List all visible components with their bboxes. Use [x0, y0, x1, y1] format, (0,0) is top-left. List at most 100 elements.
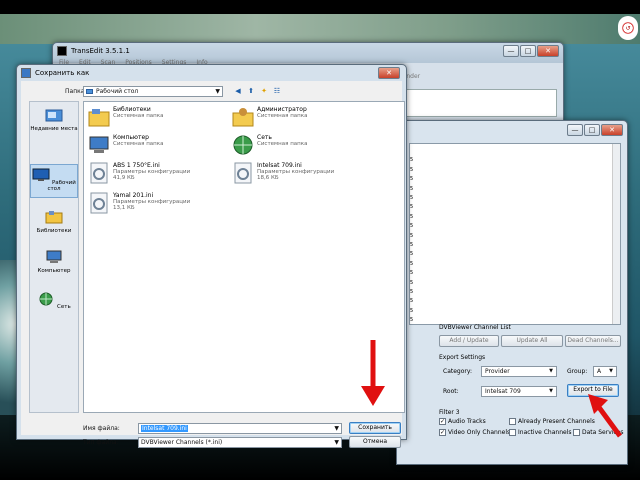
filter-video-only-label: Video Only Channels: [448, 429, 511, 436]
new-folder-icon[interactable]: ✦: [259, 86, 269, 96]
transedit-titlebar[interactable]: TransEdit 3.5.1.1: [53, 43, 563, 59]
save-button[interactable]: Сохранить: [349, 422, 401, 434]
filter-audio-tracks[interactable]: ✓ Audio Tracks: [439, 418, 486, 425]
filter-video-only[interactable]: ✓ Video Only Channels: [439, 429, 510, 436]
computer-folder-icon: [89, 136, 109, 153]
folder-select[interactable]: Рабочий стол ▼: [83, 86, 223, 97]
transedit-app-icon: [57, 46, 67, 56]
update-all-button[interactable]: Update All: [501, 335, 563, 347]
file-name: Intelsat 709.ini: [257, 162, 302, 169]
file-item[interactable]: Администратор Системная папка: [232, 106, 307, 128]
file-name: Компьютер: [113, 134, 149, 141]
row-number: 5: [410, 251, 414, 258]
channel-list-scrollbar[interactable]: [612, 144, 620, 324]
file-size: 41,9 КБ: [113, 175, 135, 181]
checkbox-icon: [509, 418, 516, 425]
checkbox-icon: [573, 429, 580, 436]
chevron-down-icon: ▼: [609, 368, 613, 374]
chevron-down-icon: ▼: [215, 88, 220, 95]
recent-places-icon: [45, 109, 63, 122]
network-icon: [39, 292, 53, 306]
file-size: 18,6 КБ: [257, 175, 279, 181]
computer-icon: [46, 250, 62, 263]
user-folder-icon: [232, 108, 254, 127]
filter-already-present-label: Already Present Channels: [518, 418, 595, 425]
chevron-down-icon: ▼: [549, 388, 553, 394]
clock-gadget-icon[interactable]: ↺: [618, 16, 638, 40]
libraries-folder-icon: [88, 109, 110, 127]
row-number: 5: [410, 317, 414, 324]
add-update-button[interactable]: Add / Update: [439, 335, 499, 347]
chan-maximize-button[interactable]: □: [584, 124, 600, 136]
close-button[interactable]: ✕: [537, 45, 559, 57]
export-settings-label: Export Settings: [439, 354, 486, 361]
minimize-button[interactable]: —: [503, 45, 519, 57]
filetype-select[interactable]: DVBViewer Channels (*.ini) ▼: [138, 437, 342, 448]
place-desktop[interactable]: Рабочий стол: [30, 164, 78, 198]
filter-inactive[interactable]: Inactive Channels: [509, 429, 571, 436]
file-item[interactable]: Intelsat 709.ini Параметры конфигурации 18…: [232, 162, 334, 184]
chan-close-button[interactable]: ✕: [601, 124, 623, 136]
file-type: Системная папка: [113, 113, 164, 119]
red-arrow-up-icon: [588, 394, 623, 438]
file-type: Системная папка: [257, 113, 308, 119]
channel-list[interactable]: 5 5 5 5 5 5 5 5 5 5 5 5 5 5 5 5 5 5: [409, 143, 621, 325]
place-recent[interactable]: Недавние места: [30, 108, 78, 132]
file-item[interactable]: Компьютер Системная папка: [88, 134, 163, 156]
group-select[interactable]: A ▼: [593, 366, 617, 377]
file-item[interactable]: Сеть Системная папка: [232, 134, 307, 156]
filter-inactive-label: Inactive Channels: [518, 429, 572, 436]
save-as-dialog: Сохранить как ✕ Папка: Рабочий стол ▼ ◀ …: [16, 64, 407, 448]
place-computer[interactable]: Компьютер: [30, 250, 78, 274]
folder-row: Папка: Рабочий стол ▼ ◀ ⬆ ✦ ☷: [21, 83, 404, 99]
chevron-down-icon: ▼: [334, 439, 339, 446]
ini-file-icon: [90, 162, 108, 184]
file-name: Библиотеки: [113, 106, 151, 113]
filename-input[interactable]: Intelsat 709.ini ▼: [138, 423, 342, 434]
file-list[interactable]: Библиотеки Системная папка Администратор С…: [83, 101, 405, 413]
file-type: Системная папка: [113, 141, 164, 147]
network-folder-icon: [233, 135, 253, 155]
filetype-label: Тип файла:: [83, 439, 119, 446]
back-icon[interactable]: ◀: [233, 86, 243, 96]
row-number: 5: [410, 289, 414, 295]
category-select[interactable]: Provider ▼: [481, 366, 557, 377]
maximize-button[interactable]: □: [520, 45, 536, 57]
filetype-value: DVBViewer Channels (*.ini): [141, 439, 223, 446]
dialog-close-button[interactable]: ✕: [378, 67, 400, 79]
row-number: 5: [410, 223, 414, 230]
filter-already-present[interactable]: Already Present Channels: [509, 418, 595, 425]
cancel-button[interactable]: Отмена: [349, 436, 401, 448]
place-network[interactable]: Сеть: [30, 292, 78, 310]
row-number: 5: [410, 307, 414, 314]
group-label: Group:: [567, 368, 588, 375]
dialog-app-icon: [21, 68, 31, 78]
root-select[interactable]: Intelsat 709 ▼: [481, 386, 557, 397]
place-recent-label: Недавние места: [30, 126, 78, 132]
file-name: Администратор: [257, 106, 307, 113]
root-label: Root:: [443, 388, 459, 395]
file-name: Yamal 201.ini: [113, 192, 154, 199]
category-label: Category:: [443, 368, 472, 375]
category-value: Provider: [485, 368, 510, 375]
folder-value: Рабочий стол: [96, 88, 139, 95]
place-desktop-label: Рабочий стол: [47, 180, 76, 192]
file-item[interactable]: Библиотеки Системная папка: [88, 106, 163, 128]
checkbox-checked-icon: ✓: [439, 429, 446, 436]
save-dialog-body: Папка: Рабочий стол ▼ ◀ ⬆ ✦ ☷ Недавние м…: [21, 81, 405, 448]
ini-file-icon: [90, 192, 108, 214]
ini-file-icon: [234, 162, 252, 184]
row-number: 5: [410, 270, 414, 277]
chan-minimize-button[interactable]: —: [567, 124, 583, 136]
place-libraries[interactable]: Библиотеки: [30, 210, 78, 234]
file-item[interactable]: ABS 1 750°E.ini Параметры конфигурации 41,…: [88, 162, 190, 184]
dead-channels-button[interactable]: Dead Channels...: [565, 335, 621, 347]
save-dialog-titlebar[interactable]: Сохранить как: [17, 65, 406, 81]
row-number: 5: [410, 260, 414, 267]
filter-label: Filter 3: [439, 409, 460, 416]
row-number: 5: [410, 298, 414, 305]
file-size: 13,1 КБ: [113, 205, 135, 211]
file-item[interactable]: Yamal 201.ini Параметры конфигурации 13,1 …: [88, 192, 190, 214]
views-icon[interactable]: ☷: [272, 86, 282, 96]
up-folder-icon[interactable]: ⬆: [246, 86, 256, 96]
